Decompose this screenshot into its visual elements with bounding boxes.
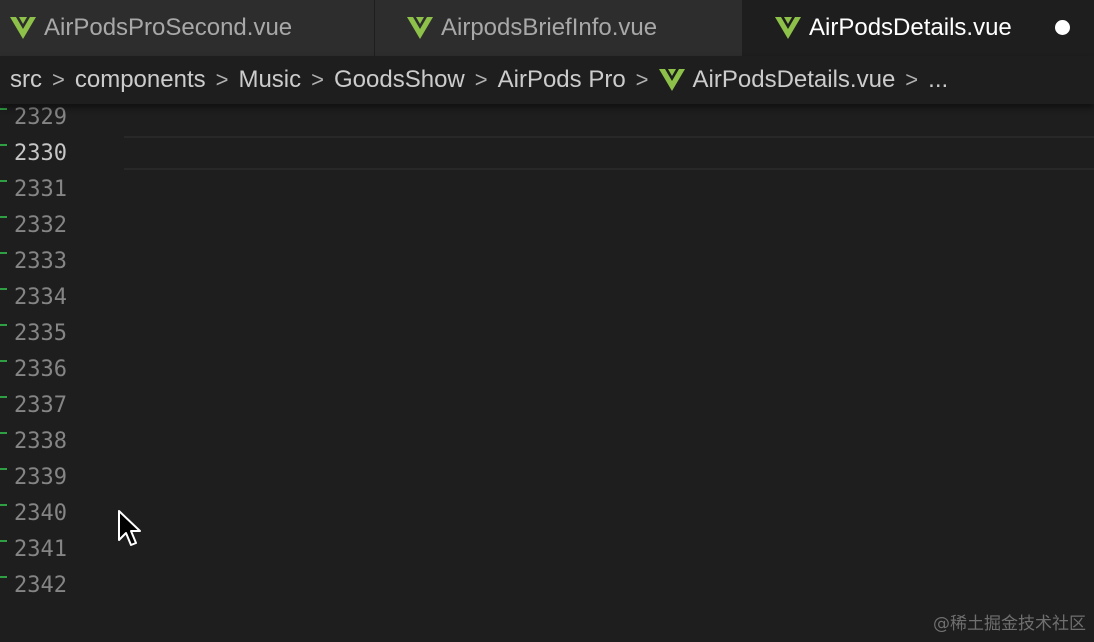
git-added-marker (0, 108, 7, 110)
git-added-marker (0, 396, 7, 398)
mouse-pointer-icon (118, 510, 141, 546)
git-added-marker (0, 144, 7, 146)
line-number-active: 2330 (14, 141, 67, 166)
tab-label: AirPodsProSecond.vue (44, 14, 293, 41)
tab-bar: AirPodsProSecond.vue AirpodsBriefInfo.vu… (0, 0, 1094, 56)
line-number: 2331 (14, 177, 67, 202)
line-number: 2339 (14, 465, 67, 490)
current-line-highlight (124, 136, 1094, 170)
breadcrumb-item-components[interactable]: components (75, 66, 206, 94)
breadcrumb-item-airpods-pro[interactable]: AirPods Pro (498, 66, 626, 94)
code-editor[interactable]: 2329 2330 2331 2332 2333 2334 2335 2336 … (0, 104, 1094, 642)
chevron-right-icon: > (215, 67, 229, 92)
vue-icon (10, 17, 36, 39)
git-added-marker (0, 432, 7, 434)
line-number: 2335 (14, 321, 67, 346)
vue-icon (775, 17, 801, 39)
breadcrumb-item-music[interactable]: Music (238, 66, 301, 94)
breadcrumb-item-src[interactable]: src (10, 66, 42, 94)
git-added-marker (0, 576, 7, 578)
git-added-marker (0, 540, 7, 542)
git-added-marker (0, 288, 7, 290)
line-number: 2332 (14, 213, 67, 238)
editor-window: AirPodsProSecond.vue AirpodsBriefInfo.vu… (0, 0, 1094, 642)
git-added-marker (0, 252, 7, 254)
tab-airpodsprosecond[interactable]: AirPodsProSecond.vue (0, 0, 375, 56)
line-number-gutter: 2329 2330 2331 2332 2333 2334 2335 2336 … (0, 104, 110, 642)
line-number: 2342 (14, 573, 67, 598)
line-number: 2341 (14, 537, 67, 562)
line-number: 2340 (14, 501, 67, 526)
line-number: 2333 (14, 249, 67, 274)
line-number: 2337 (14, 393, 67, 418)
git-added-marker (0, 504, 7, 506)
vue-icon (658, 69, 685, 91)
vue-icon (407, 17, 433, 39)
line-number: 2329 (14, 105, 67, 130)
breadcrumb: src > components > Music > GoodsShow > A… (0, 56, 1094, 104)
chevron-right-icon: > (311, 67, 324, 92)
line-number: 2338 (14, 429, 67, 454)
chevron-right-icon: > (905, 67, 919, 92)
line-number: 2336 (14, 357, 67, 382)
git-added-marker (0, 216, 7, 218)
tab-airpodsdetails[interactable]: AirPodsDetails.vue (743, 0, 1094, 56)
chevron-right-icon: > (474, 67, 488, 92)
watermark: @稀土掘金技术社区 (933, 614, 1086, 634)
breadcrumb-item-more[interactable]: ... (928, 66, 948, 94)
chevron-right-icon: > (635, 67, 649, 92)
tab-label: AirpodsBriefInfo.vue (441, 14, 658, 41)
breadcrumb-item-file[interactable]: AirPodsDetails.vue (658, 66, 896, 94)
breadcrumb-item-goodsshow[interactable]: GoodsShow (334, 66, 465, 94)
line-number: 2334 (14, 285, 67, 310)
git-added-marker (0, 468, 7, 470)
git-added-marker (0, 180, 7, 182)
git-added-marker (0, 324, 7, 326)
unsaved-dot-icon[interactable] (1055, 20, 1070, 35)
tab-label: AirPodsDetails.vue (809, 14, 1012, 41)
chevron-right-icon: > (52, 67, 65, 92)
tab-airpodsbriefinfo[interactable]: AirpodsBriefInfo.vue (375, 0, 743, 56)
breadcrumb-file-label: AirPodsDetails.vue (692, 66, 896, 93)
git-added-marker (0, 360, 7, 362)
